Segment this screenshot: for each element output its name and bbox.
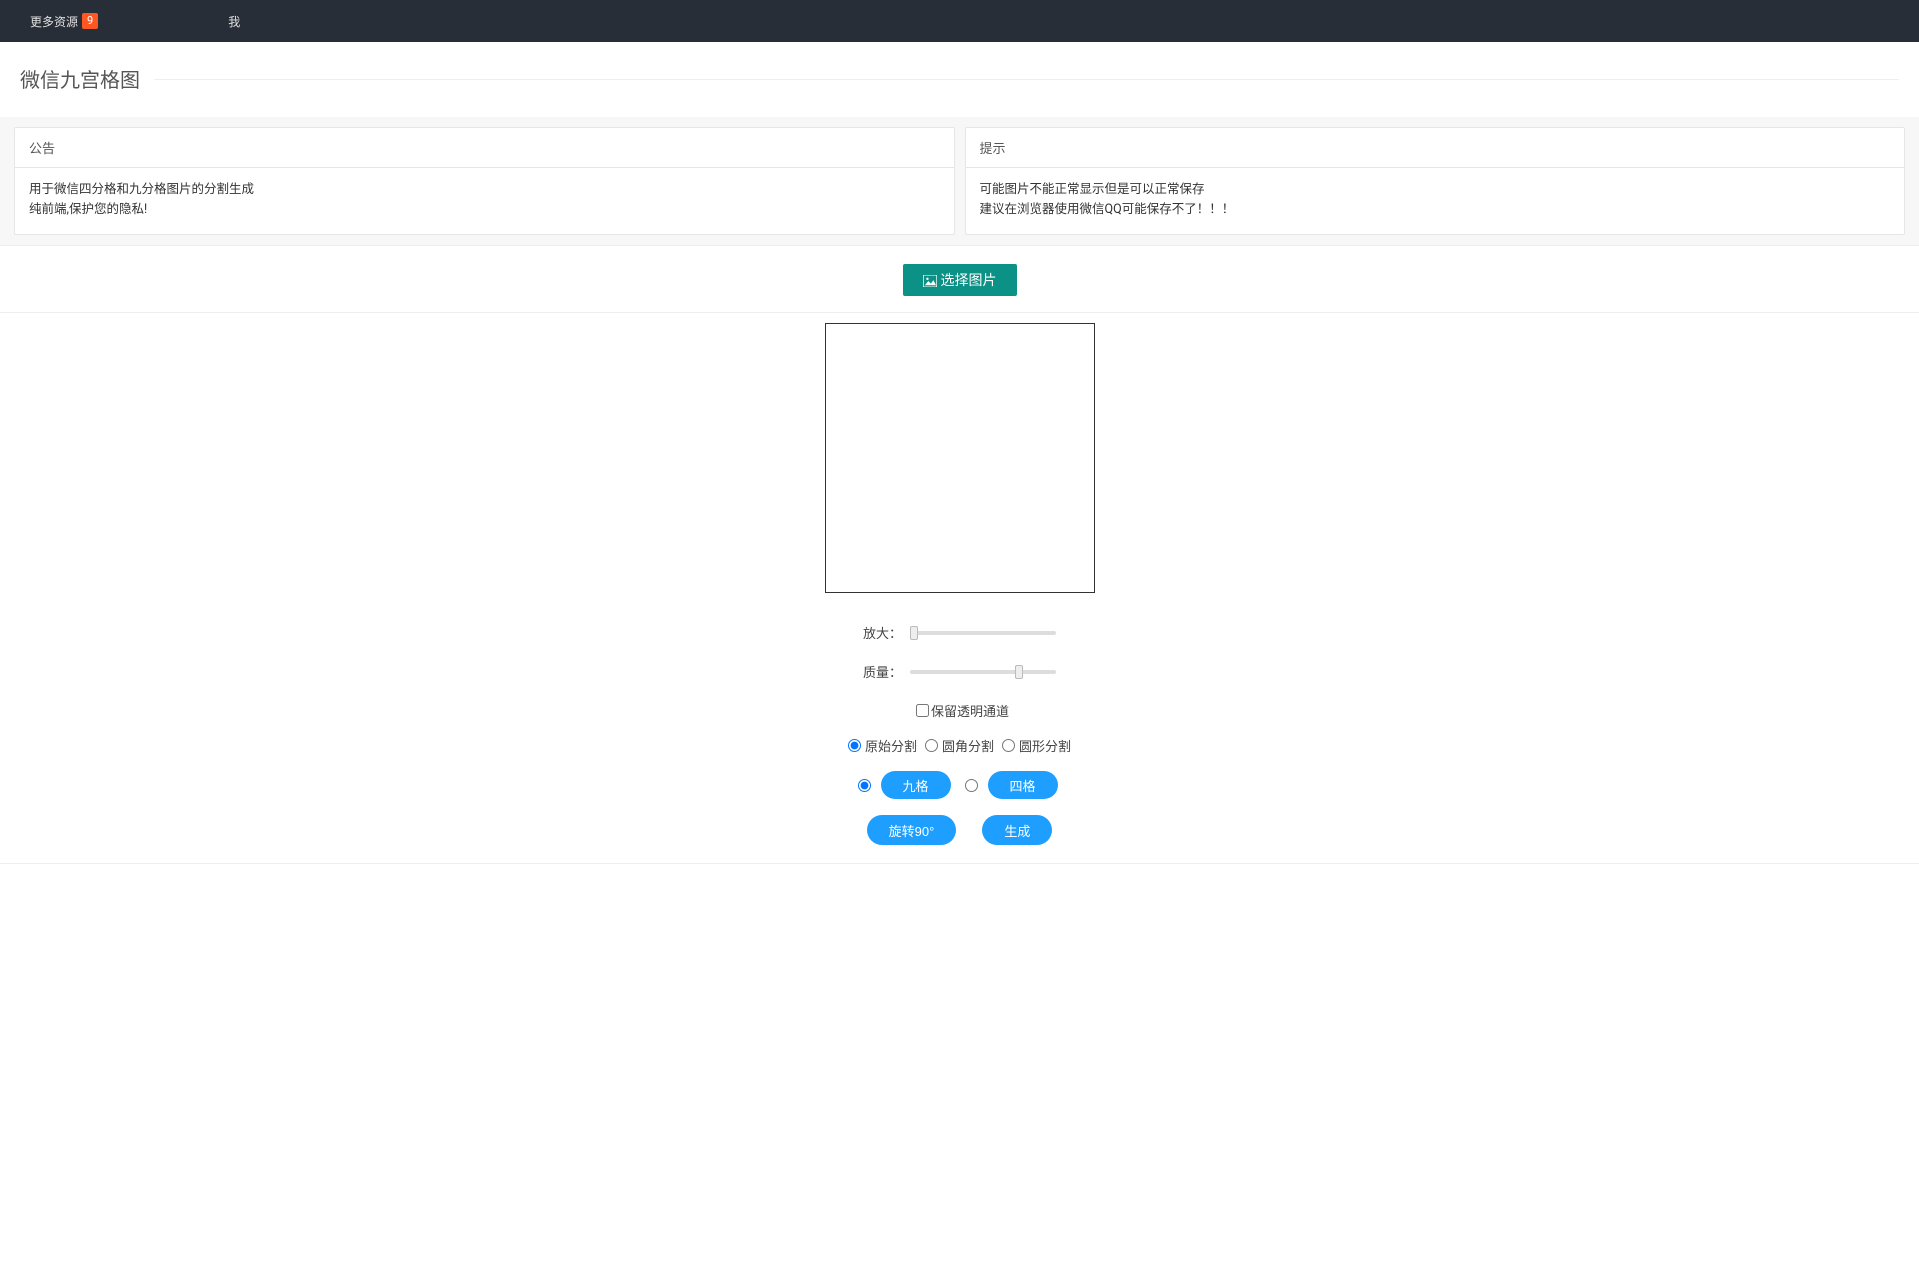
- keep-alpha-label[interactable]: 保留透明通道: [931, 701, 1009, 720]
- zoom-slider[interactable]: [910, 631, 1056, 635]
- rotate-label: 旋转90°: [889, 821, 935, 840]
- image-canvas[interactable]: [825, 323, 1095, 593]
- four-grid-button[interactable]: 四格: [988, 771, 1058, 799]
- notice-line2: 纯前端,保护您的隐私!: [29, 200, 940, 220]
- quality-thumb[interactable]: [1015, 665, 1023, 679]
- rotate-button[interactable]: 旋转90°: [867, 815, 957, 845]
- tip-line1: 可能图片不能正常显示但是可以正常保存: [980, 180, 1891, 200]
- split-mode-row: 原始分割 圆角分割 圆形分割: [0, 736, 1919, 755]
- choose-image-button[interactable]: 选择图片: [903, 264, 1017, 296]
- nav-more-resources[interactable]: 更多资源 9: [30, 13, 98, 30]
- badge-count: 9: [82, 13, 98, 29]
- zoom-label: 放大：: [863, 623, 902, 642]
- zoom-thumb[interactable]: [910, 626, 918, 640]
- split-original-label[interactable]: 原始分割: [865, 736, 917, 755]
- topbar: 更多资源 9 我: [0, 0, 1919, 42]
- nav-more-resources-label: 更多资源: [30, 13, 78, 30]
- grid-mode-row: 九格 四格: [0, 771, 1919, 799]
- split-original-radio[interactable]: [848, 739, 861, 752]
- quality-label: 质量：: [863, 662, 902, 681]
- nine-grid-label: 九格: [902, 776, 928, 795]
- panels-row: 公告 用于微信四分格和九分格图片的分割生成 纯前端,保护您的隐私! 提示 可能图…: [0, 117, 1919, 245]
- notice-line1: 用于微信四分格和九分格图片的分割生成: [29, 180, 940, 200]
- panel-tip-title: 提示: [966, 128, 1905, 168]
- quality-row: 质量：: [0, 662, 1919, 681]
- main-area: 选择图片 放大： 质量： 保留透明通道 原始分割 圆: [0, 245, 1919, 864]
- section-header: 微信九宫格图: [20, 64, 1919, 93]
- keep-alpha-checkbox[interactable]: [916, 704, 929, 717]
- four-grid-label: 四格: [1009, 776, 1035, 795]
- panel-notice-title: 公告: [15, 128, 954, 168]
- generate-button[interactable]: 生成: [982, 815, 1052, 845]
- tip-line2: 建议在浏览器使用微信QQ可能保存不了！！！: [980, 200, 1891, 220]
- panel-notice: 公告 用于微信四分格和九分格图片的分割生成 纯前端,保护您的隐私!: [14, 127, 955, 235]
- nine-grid-button[interactable]: 九格: [881, 771, 951, 799]
- zoom-row: 放大：: [0, 623, 1919, 642]
- split-rounded-label[interactable]: 圆角分割: [942, 736, 994, 755]
- split-circle-radio[interactable]: [1002, 739, 1015, 752]
- alpha-row: 保留透明通道: [0, 701, 1919, 720]
- nav-me-label: 我: [228, 13, 240, 30]
- image-icon: [923, 274, 937, 286]
- generate-label: 生成: [1004, 821, 1030, 840]
- four-grid-radio[interactable]: [965, 779, 978, 792]
- page-title: 微信九宫格图: [20, 64, 154, 93]
- section-divider: [20, 79, 1899, 80]
- split-circle-label[interactable]: 圆形分割: [1019, 736, 1071, 755]
- action-row: 旋转90° 生成: [0, 815, 1919, 845]
- quality-slider[interactable]: [910, 670, 1056, 674]
- upload-row: 选择图片: [0, 256, 1919, 313]
- nine-grid-radio[interactable]: [858, 779, 871, 792]
- choose-image-label: 选择图片: [941, 270, 997, 290]
- nav-me[interactable]: 我: [228, 13, 240, 30]
- panel-tip: 提示 可能图片不能正常显示但是可以正常保存 建议在浏览器使用微信QQ可能保存不了…: [965, 127, 1906, 235]
- split-rounded-radio[interactable]: [925, 739, 938, 752]
